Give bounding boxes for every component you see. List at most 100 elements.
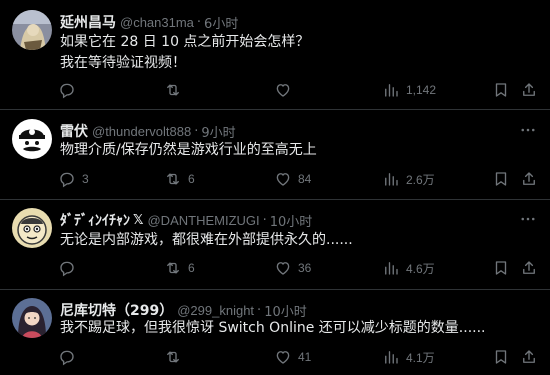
avatar[interactable]: [12, 10, 52, 50]
post-text-line: 我不踢足球，但我很惊讶 Switch Online 还可以减少标题的数量....…: [60, 320, 486, 336]
views-button[interactable]: 1,142: [382, 80, 436, 100]
share-icon: [520, 259, 538, 277]
avatar[interactable]: [12, 119, 52, 159]
author-name[interactable]: 尼库切特（299）: [60, 300, 173, 320]
like-count: 84: [298, 172, 312, 186]
more-icon: [519, 121, 537, 143]
action-bar: 41 4.1万: [52, 347, 538, 367]
bookmark-icon: [492, 259, 510, 277]
views-icon: [382, 348, 400, 366]
post-3[interactable]: ﾀﾞﾃﾞｨﾝｲﾁｬﾝ 𝕏 @DANTHEMIZUGI · 10小时 无论是内部游…: [0, 200, 550, 290]
post-text-line: 如果它在 28 日 10 点之前开始会怎样？: [60, 34, 310, 50]
views-button[interactable]: 4.6万: [382, 258, 435, 278]
repost-button[interactable]: 6: [164, 169, 195, 189]
repost-count: 6: [188, 172, 195, 186]
share-button[interactable]: [520, 258, 538, 278]
view-count: 2.6万: [406, 172, 435, 187]
share-button[interactable]: [520, 347, 538, 367]
avatar[interactable]: [12, 298, 52, 338]
post-text: 物理介质/保存仍然是游戏行业的至高无上: [60, 140, 317, 161]
bookmark-button[interactable]: [492, 258, 510, 278]
reply-icon: [58, 348, 76, 366]
author-name[interactable]: ﾀﾞﾃﾞｨﾝｲﾁｬﾝ: [60, 210, 130, 230]
timeline-feed: 延州昌马 @chan31ma · 6小时 如果它在 28 日 10 点之前开始会…: [0, 0, 550, 375]
reply-button[interactable]: [58, 80, 82, 100]
post-time[interactable]: 6小时: [204, 13, 238, 32]
reply-icon: [58, 170, 76, 188]
bookmark-button[interactable]: [492, 347, 510, 367]
post-header: ﾀﾞﾃﾞｨﾝｲﾁｬﾝ 𝕏 @DANTHEMIZUGI · 10小时: [60, 210, 312, 230]
repost-icon: [164, 348, 182, 366]
avatar[interactable]: [12, 208, 52, 248]
post-text: 我不踢足球，但我很惊讶 Switch Online 还可以减少标题的数量....…: [60, 318, 486, 339]
view-count: 4.1万: [406, 350, 435, 365]
separator-dot: ·: [257, 302, 262, 318]
author-name[interactable]: 延州昌马: [60, 12, 116, 32]
repost-button[interactable]: 6: [164, 258, 195, 278]
bookmark-icon: [492, 348, 510, 366]
like-icon: [274, 81, 292, 99]
action-bar: 3 6 84 2.6万: [52, 169, 538, 189]
post-text-line: 物理介质/保存仍然是游戏行业的至高无上: [60, 142, 317, 158]
action-bar: 1,142: [52, 80, 538, 100]
author-handle[interactable]: @299_knight: [177, 303, 254, 318]
like-button[interactable]: 84: [274, 169, 311, 189]
view-count: 1,142: [406, 83, 437, 97]
views-icon: [382, 81, 400, 99]
more-icon: [519, 210, 537, 232]
repost-button[interactable]: [164, 347, 188, 367]
post-text: 如果它在 28 日 10 点之前开始会怎样？ 我在等待验证视频！: [60, 32, 309, 74]
like-button[interactable]: 41: [274, 347, 311, 367]
repost-button[interactable]: [164, 80, 188, 100]
x-badge-icon: 𝕏: [133, 212, 144, 228]
author-handle[interactable]: @chan31ma: [120, 15, 194, 30]
like-button[interactable]: 36: [274, 258, 311, 278]
post-4[interactable]: 尼库切特（299） @299_knight · 10小时 我不踢足球，但我很惊讶…: [0, 290, 550, 375]
separator-dot: ·: [262, 212, 267, 228]
bookmark-icon: [492, 170, 510, 188]
share-icon: [520, 170, 538, 188]
author-handle[interactable]: @thundervolt888: [92, 124, 191, 139]
share-button[interactable]: [520, 80, 538, 100]
post-header: 延州昌马 @chan31ma · 6小时: [60, 12, 238, 32]
author-handle[interactable]: @DANTHEMIZUGI: [147, 213, 259, 228]
reply-button[interactable]: [58, 258, 82, 278]
bookmark-button[interactable]: [492, 169, 510, 189]
views-button[interactable]: 2.6万: [382, 169, 435, 189]
views-icon: [382, 170, 400, 188]
post-time[interactable]: 9小时: [201, 122, 235, 141]
more-options-button[interactable]: [518, 122, 538, 142]
reply-icon: [58, 81, 76, 99]
bookmark-icon: [492, 81, 510, 99]
like-count: 36: [298, 261, 312, 275]
post-text-line: 无论是内部游戏，都很难在外部提供永久的......: [60, 232, 353, 248]
view-count: 4.6万: [406, 261, 435, 276]
reply-count: 3: [82, 172, 89, 186]
repost-icon: [164, 81, 182, 99]
like-icon: [274, 348, 292, 366]
post-text-line: 我在等待验证视频！: [60, 55, 186, 71]
post-header: 尼库切特（299） @299_knight · 10小时: [60, 300, 307, 320]
like-count: 41: [298, 350, 312, 364]
reply-icon: [58, 259, 76, 277]
views-button[interactable]: 4.1万: [382, 347, 435, 367]
action-bar: 6 36 4.6万: [52, 258, 538, 278]
post-time[interactable]: 10小时: [270, 211, 313, 230]
separator-dot: ·: [194, 123, 199, 139]
more-options-button[interactable]: [518, 211, 538, 231]
post-time[interactable]: 10小时: [264, 301, 307, 320]
share-button[interactable]: [520, 169, 538, 189]
post-1[interactable]: 延州昌马 @chan31ma · 6小时 如果它在 28 日 10 点之前开始会…: [0, 0, 550, 110]
like-button[interactable]: [274, 80, 298, 100]
reply-button[interactable]: [58, 347, 82, 367]
bookmark-button[interactable]: [492, 80, 510, 100]
repost-count: 6: [188, 261, 195, 275]
views-icon: [382, 259, 400, 277]
author-name[interactable]: 雷伏: [60, 121, 88, 141]
repost-icon: [164, 259, 182, 277]
post-2[interactable]: 雷伏 @thundervolt888 · 9小时 物理介质/保存仍然是游戏行业的…: [0, 110, 550, 200]
reply-button[interactable]: 3: [58, 169, 89, 189]
like-icon: [274, 170, 292, 188]
separator-dot: ·: [196, 14, 202, 30]
repost-icon: [164, 170, 182, 188]
